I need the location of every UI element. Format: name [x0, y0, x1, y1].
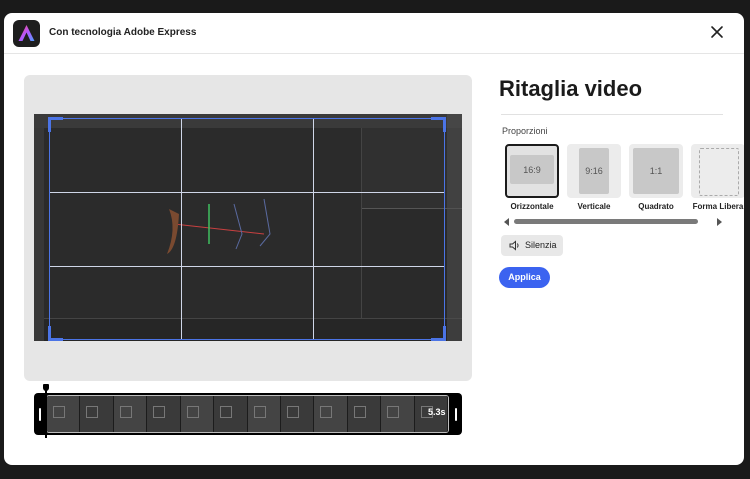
- ratio-scrollbar[interactable]: [504, 217, 722, 227]
- playhead[interactable]: [43, 384, 49, 438]
- timeline-frame: [80, 396, 114, 432]
- ratio-option-square[interactable]: 1:1: [629, 144, 683, 198]
- apply-button[interactable]: Applica: [499, 267, 550, 288]
- close-button[interactable]: [709, 24, 725, 40]
- scroll-left-icon[interactable]: [504, 218, 509, 226]
- crop-handle-bottom-right[interactable]: [431, 326, 446, 341]
- timeline-frame: [314, 396, 348, 432]
- duration-label: 5.3s: [428, 407, 446, 417]
- ratio-option-freeform[interactable]: [691, 144, 744, 198]
- scroll-thumb[interactable]: [514, 219, 698, 224]
- timeline-frame: [47, 396, 81, 432]
- ratio-preview-shape: 9:16: [579, 148, 609, 194]
- ratio-option-portrait[interactable]: 9:16: [567, 144, 621, 198]
- ratio-value: 9:16: [585, 166, 603, 176]
- close-icon: [711, 26, 723, 38]
- ratio-value: 16:9: [523, 164, 541, 175]
- page-title: Ritaglia video: [499, 76, 643, 101]
- dialog-header: Con tecnologia Adobe Express: [4, 13, 744, 54]
- crop-grid-line: [50, 192, 444, 194]
- crop-video-dialog: Con tecnologia Adobe Express 5.3s Ritagl…: [4, 13, 744, 465]
- divider: [501, 114, 723, 115]
- ratio-value: 1:1: [649, 166, 663, 176]
- timeline-frame: [180, 396, 215, 432]
- crop-handle-top-right[interactable]: [431, 117, 446, 132]
- timeline-frame: [280, 396, 315, 432]
- ratio-name: Verticale: [577, 202, 611, 211]
- playhead-knob[interactable]: [43, 384, 49, 391]
- timeline-frame: [214, 396, 248, 432]
- ratio-name: Quadrato: [638, 202, 674, 211]
- timeline-frame: [147, 396, 181, 432]
- crop-grid-line: [181, 119, 183, 339]
- timeline-frame: [113, 396, 148, 432]
- crop-outside-overlay: [447, 114, 462, 341]
- speaker-icon: [509, 240, 519, 251]
- ratio-name: Forma Libera: [692, 202, 744, 211]
- crop-rectangle[interactable]: [48, 117, 446, 341]
- ratio-option-landscape[interactable]: 16:9: [505, 144, 559, 198]
- crop-handle-top-left[interactable]: [48, 117, 63, 132]
- crop-grid-line: [50, 265, 444, 267]
- header-title: Con tecnologia Adobe Express: [49, 27, 197, 38]
- proportions-label: Proporzioni: [502, 126, 548, 136]
- timeline-frames[interactable]: [46, 395, 449, 433]
- mute-button[interactable]: Silenzia: [501, 235, 563, 256]
- crop-grid-line: [312, 119, 314, 339]
- ratio-preview-shape: 1:1: [633, 148, 679, 194]
- ratio-preview-shape: 16:9: [510, 155, 554, 184]
- trim-handle-right[interactable]: [450, 399, 462, 430]
- mute-label: Silenzia: [525, 240, 557, 250]
- timeline-frame: [381, 396, 415, 432]
- video-timeline: 5.3s: [34, 384, 462, 438]
- ratio-name: Orizzontale: [510, 202, 554, 211]
- timeline-frame: [347, 396, 382, 432]
- ratio-preview-shape: [699, 148, 739, 196]
- adobe-express-logo-icon: [13, 20, 40, 47]
- timeline-frame: [247, 396, 281, 432]
- apply-label: Applica: [508, 272, 541, 282]
- crop-handle-bottom-left[interactable]: [48, 326, 63, 341]
- video-preview: [24, 75, 472, 381]
- scroll-right-icon[interactable]: [717, 218, 722, 226]
- aspect-ratio-list: 16:9 Orizzontale 9:16 Verticale 1:1 Quad…: [501, 144, 744, 214]
